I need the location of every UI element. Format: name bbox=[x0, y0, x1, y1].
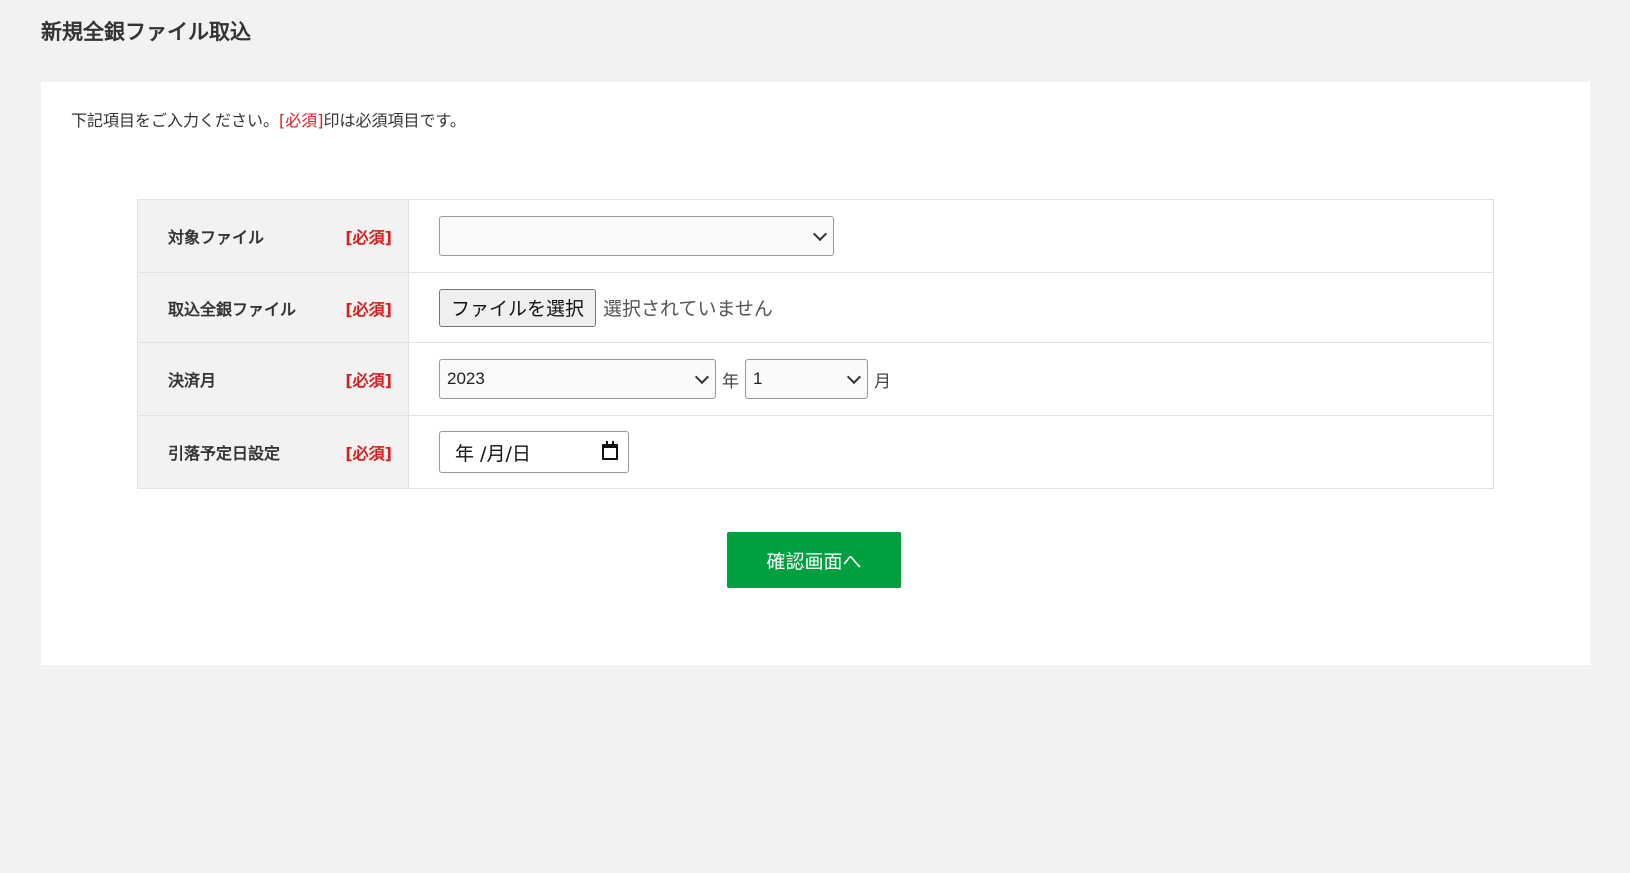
form-row-settlement-month: 決済月 [必須] 2023 年 1 月 bbox=[137, 342, 1494, 416]
required-badge: [必須] bbox=[345, 299, 392, 319]
month-select-value: 1 bbox=[753, 369, 763, 388]
file-input: ファイルを選択 選択されていません bbox=[439, 288, 1493, 327]
required-badge: [必須] bbox=[345, 371, 392, 390]
form-row-zengin-file: 取込全銀ファイル [必須] ファイルを選択 選択されていません bbox=[137, 272, 1494, 343]
form-row-withdrawal-date: 引落予定日設定 [必須] 年 /月/日 bbox=[137, 415, 1494, 489]
form-row-target-file: 対象ファイル [必須] bbox=[137, 199, 1494, 273]
intro-text-after: 印は必須項目です。 bbox=[323, 111, 466, 130]
form-row-header: 引落予定日設定 [必須] bbox=[137, 415, 409, 489]
form-row-header: 対象ファイル [必須] bbox=[137, 199, 409, 273]
year-select[interactable]: 2023 bbox=[439, 359, 716, 399]
month-unit-label: 月 bbox=[874, 371, 891, 392]
year-select-value: 2023 bbox=[447, 369, 485, 388]
date-input-placeholder: 年 /月/日 bbox=[455, 442, 531, 465]
settlement-month-label: 決済月 bbox=[168, 371, 217, 390]
form-panel: 下記項目をご入力ください。[必須]印は必須項目です。 対象ファイル [必須] 取… bbox=[41, 82, 1590, 665]
chevron-down-icon bbox=[694, 369, 710, 385]
required-badge: [必須] bbox=[345, 444, 392, 463]
form-table: 対象ファイル [必須] 取込全銀ファイル [必須] ファイルを選択 選択されてい… bbox=[137, 199, 1494, 489]
month-select[interactable]: 1 bbox=[745, 359, 868, 399]
calendar-icon[interactable] bbox=[602, 441, 618, 460]
form-row-header: 取込全銀ファイル [必須] bbox=[137, 272, 409, 343]
form-row-cell bbox=[408, 199, 1494, 273]
intro-text-before: 下記項目をご入力ください。 bbox=[71, 111, 280, 130]
choose-file-button[interactable]: ファイルを選択 bbox=[439, 288, 597, 327]
chevron-down-icon bbox=[812, 226, 828, 242]
page-title: 新規全銀ファイル取込 bbox=[41, 20, 251, 44]
intro-required-mark: [必須] bbox=[279, 111, 324, 130]
required-badge: [必須] bbox=[345, 228, 392, 247]
confirm-button[interactable]: 確認画面へ bbox=[727, 532, 901, 588]
chevron-down-icon bbox=[846, 369, 862, 385]
target-file-label: 対象ファイル bbox=[168, 228, 265, 247]
target-file-select[interactable] bbox=[439, 216, 834, 256]
form-row-cell: ファイルを選択 選択されていません bbox=[408, 272, 1494, 343]
intro-text: 下記項目をご入力ください。[必須]印は必須項目です。 bbox=[71, 109, 466, 133]
withdrawal-date-input[interactable]: 年 /月/日 bbox=[439, 431, 629, 473]
withdrawal-date-label: 引落予定日設定 bbox=[168, 444, 281, 463]
form-row-header: 決済月 [必須] bbox=[137, 342, 409, 416]
file-status-text: 選択されていません bbox=[603, 298, 773, 320]
zengin-file-label: 取込全銀ファイル bbox=[168, 299, 297, 319]
year-unit-label: 年 bbox=[722, 371, 739, 392]
form-row-cell: 年 /月/日 bbox=[408, 415, 1494, 489]
form-row-cell: 2023 年 1 月 bbox=[408, 342, 1494, 416]
